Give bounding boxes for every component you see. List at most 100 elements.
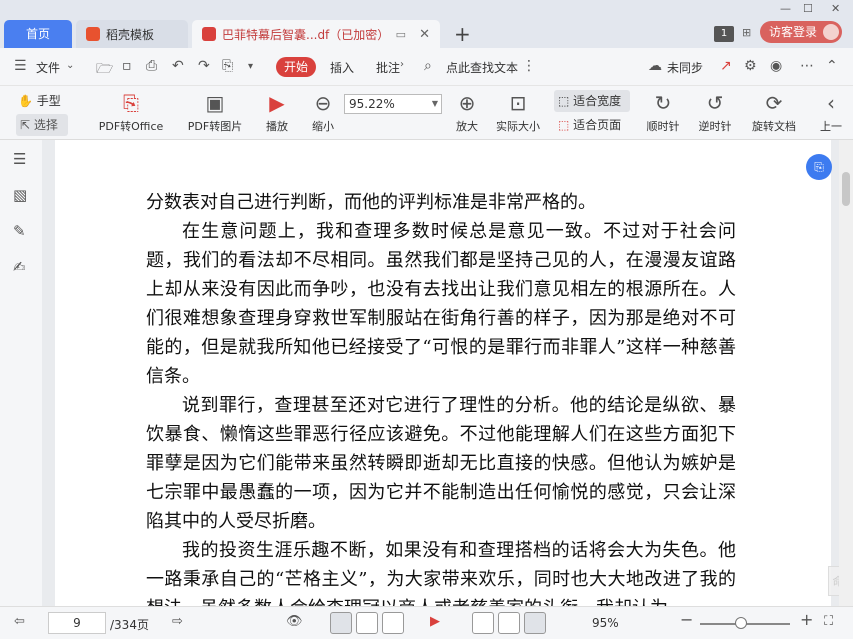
command-bar-button[interactable]: 命令栏: [828, 566, 839, 596]
more-chevron-icon[interactable]: ▾: [248, 61, 253, 72]
outline-icon[interactable]: ☰: [13, 150, 26, 168]
annotation-icon[interactable]: ✎: [13, 222, 26, 240]
paragraph: 在生意问题上，我和查理多数时候总是意见一致。不过对于社会问题，我们的看法却不尽相…: [146, 221, 736, 387]
pdf-page: 分数表对自己进行判断，而他的评判标准是非常严格的。 在生意问题上，我和查理多数时…: [55, 140, 831, 606]
zoom-in-button[interactable]: ⊕ 放大: [452, 90, 482, 134]
rotate-cw-button[interactable]: ↻ 顺时针: [644, 90, 682, 134]
sync-status[interactable]: 未同步: [667, 59, 703, 76]
collapse-ribbon-icon[interactable]: ⌃: [826, 58, 838, 74]
pdf-to-image-button[interactable]: ▣ PDF转图片: [184, 90, 246, 134]
minimize-icon[interactable]: —: [780, 2, 791, 15]
fit-page-icon: ⬚: [558, 118, 570, 132]
zoom-out-icon: ⊖: [314, 91, 332, 115]
docer-icon: [86, 27, 100, 41]
search-text[interactable]: 点此查找文本: [446, 59, 518, 76]
tab-template-label: 稻壳模板: [106, 27, 155, 42]
thumbnail-icon[interactable]: ▧: [13, 186, 27, 204]
more-horizontal-icon[interactable]: ⋯: [800, 58, 814, 74]
zoom-out-button[interactable]: ⊖ 缩小: [308, 90, 338, 134]
tab-home[interactable]: 首页: [4, 20, 72, 48]
actual-size-icon: ⊡: [509, 91, 527, 115]
print-icon[interactable]: ⎙: [146, 58, 157, 74]
prev-page-icon[interactable]: ⇦: [14, 614, 25, 629]
pdf-convert-icon: ⎘: [123, 91, 139, 115]
open-folder-icon[interactable]: 🗁: [96, 58, 113, 82]
play-slideshow-icon[interactable]: ▶: [430, 614, 440, 629]
zoom-select[interactable]: 95.22% ▼: [344, 94, 442, 114]
cloud-icon: ☁: [648, 58, 662, 74]
rotate-cw-label: 顺时针: [646, 120, 680, 133]
scroll-thumb[interactable]: [842, 172, 850, 206]
zoom-minus-icon[interactable]: −: [680, 610, 693, 629]
chevron-down-icon[interactable]: ⌄: [66, 60, 74, 71]
maximize-icon[interactable]: ☐: [803, 2, 813, 15]
zoom-plus-icon[interactable]: +: [800, 610, 813, 629]
close-tab-icon[interactable]: ✕: [419, 27, 430, 42]
new-tab-button[interactable]: +: [454, 22, 471, 46]
image-icon: ▣: [205, 91, 225, 115]
more-vertical-icon[interactable]: ⋮: [522, 58, 536, 74]
rotate-ccw-button[interactable]: ↺ 逆时针: [696, 90, 734, 134]
actual-size-button[interactable]: ⊡ 实际大小: [492, 90, 544, 134]
vertical-scrollbar[interactable]: [839, 140, 853, 606]
zoom-slider-knob[interactable]: [735, 617, 747, 629]
tab-template[interactable]: 稻壳模板: [76, 20, 188, 48]
grid-icon[interactable]: ⊞: [742, 26, 751, 39]
fit-page-button[interactable]: ⬚ 适合页面: [554, 116, 621, 133]
menu-annotate[interactable]: 批注: [376, 59, 400, 76]
prev-button[interactable]: ‹ 上一: [816, 90, 846, 134]
continuous-view-icon[interactable]: [356, 612, 378, 634]
share-icon[interactable]: ↗: [720, 58, 732, 74]
menu-start[interactable]: 开始: [276, 57, 316, 77]
window-close-icon[interactable]: ✕: [831, 2, 840, 15]
chevron-left-icon: ‹: [827, 91, 835, 115]
redo-icon[interactable]: ↷: [198, 58, 210, 74]
pdf-to-office-button[interactable]: ⎘ PDF转Office: [92, 90, 170, 134]
document-view[interactable]: 分数表对自己进行判断，而他的评判标准是非常严格的。 在生意问题上，我和查理多数时…: [42, 140, 839, 606]
menu-insert[interactable]: 插入: [330, 59, 354, 76]
two-page-view-icon[interactable]: [382, 612, 404, 634]
page-text: 分数表对自己进行判断，而他的评判标准是非常严格的。 在生意问题上，我和查理多数时…: [146, 188, 736, 606]
rotate-cw-icon: ↻: [654, 91, 672, 115]
play-label: 播放: [266, 120, 288, 133]
tab-document[interactable]: 巴菲特幕后智囊...df（已加密） ▭ ✕: [192, 20, 440, 48]
pdf-icon: [202, 27, 216, 41]
settings-icon[interactable]: ⚙: [744, 58, 757, 74]
login-button[interactable]: 访客登录: [760, 21, 842, 43]
eye-icon[interactable]: 👁: [286, 614, 303, 629]
fit-width-status-icon[interactable]: [524, 612, 546, 634]
popout-icon[interactable]: ▭: [396, 28, 406, 41]
scroll-right-icon[interactable]: ›: [400, 59, 404, 70]
rotate-doc-label: 旋转文档: [752, 120, 796, 133]
window-count-badge[interactable]: 1: [714, 26, 734, 42]
export-icon[interactable]: ⎘: [222, 58, 233, 74]
menu-file[interactable]: 文件: [36, 59, 60, 76]
pdf-to-image-label: PDF转图片: [187, 120, 243, 133]
signature-icon[interactable]: ✍: [13, 258, 26, 276]
cursor-icon: ⇱: [20, 118, 31, 132]
page-number-input[interactable]: 9: [48, 612, 106, 634]
play-button[interactable]: ▶ 播放: [262, 90, 292, 134]
next-page-icon[interactable]: ⇨: [172, 614, 183, 629]
account-icon[interactable]: ◉: [770, 58, 782, 74]
hamburger-icon[interactable]: ☰: [14, 58, 27, 74]
zoom-percent[interactable]: 95%: [592, 616, 619, 630]
menu-bar: ☰ 文件 ⌄ 🗁 ▫ ⎙ ↶ ↷ ⎘ ▾ 开始 插入 批注 › ⌕ 点此查找文本…: [0, 48, 853, 86]
search-icon[interactable]: ⌕: [424, 58, 432, 74]
save-icon[interactable]: ▫: [122, 58, 132, 74]
pdf-to-office-label: PDF转Office: [98, 120, 164, 133]
fullscreen-icon[interactable]: ⛶: [824, 614, 833, 629]
actual-size-label: 实际大小: [496, 120, 540, 133]
fit-width-button[interactable]: ⬚ 适合宽度: [554, 90, 630, 112]
rotate-ccw-icon: ↺: [706, 91, 724, 115]
select-tool[interactable]: ⇱ 选择: [16, 114, 68, 136]
actual-size-status-icon[interactable]: [472, 612, 494, 634]
fit-page-label: 适合页面: [573, 118, 622, 132]
rotate-ccw-label: 逆时针: [698, 120, 732, 133]
hand-tool[interactable]: ✋ 手型: [18, 92, 61, 109]
undo-icon[interactable]: ↶: [172, 58, 184, 74]
rotate-doc-button[interactable]: ⟳ 旋转文档: [748, 90, 800, 134]
single-page-view-icon[interactable]: [330, 612, 352, 634]
fit-page-status-icon[interactable]: [498, 612, 520, 634]
floating-tool-icon[interactable]: ⎘: [806, 154, 832, 180]
